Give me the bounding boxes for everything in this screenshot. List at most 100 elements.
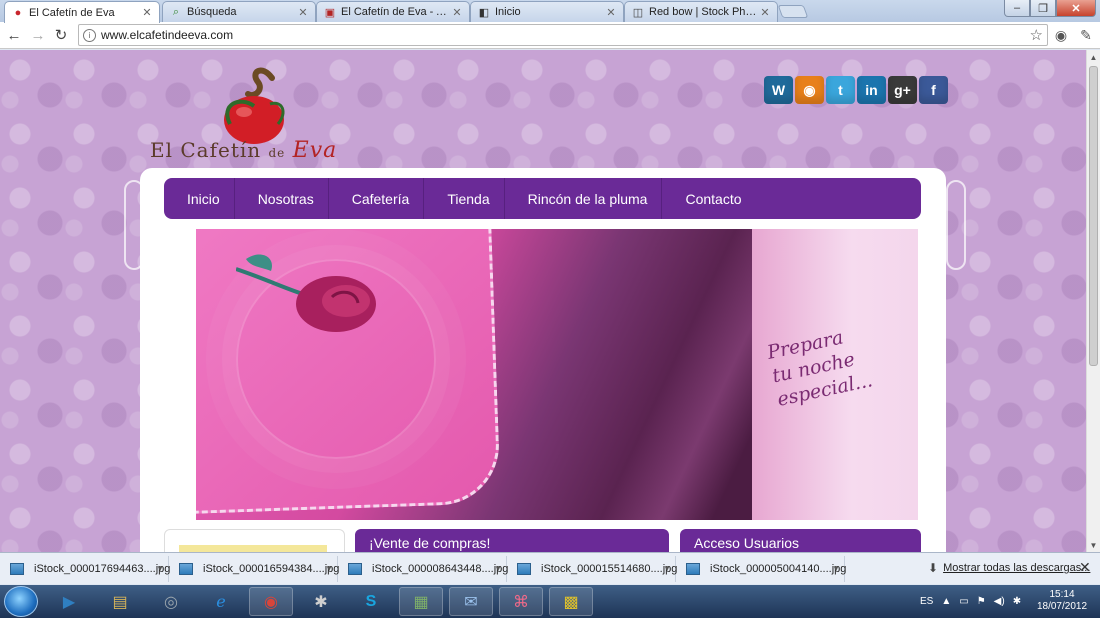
- mail-app-icon[interactable]: ✉: [449, 587, 493, 616]
- image-file-icon: [10, 562, 24, 575]
- download-filename: iStock_000016594384....jpg: [203, 562, 340, 575]
- wordpress-icon[interactable]: W: [764, 76, 793, 104]
- apple-swan-logo-icon: [224, 67, 285, 144]
- tray-expand-icon[interactable]: ▲: [941, 596, 951, 607]
- new-tab-button[interactable]: [777, 5, 809, 18]
- menu-item-tienda[interactable]: Tienda: [424, 178, 505, 219]
- volume-icon[interactable]: ◀): [994, 596, 1005, 607]
- facebook-icon[interactable]: f: [919, 76, 948, 104]
- close-tab-icon[interactable]: ✕: [297, 6, 309, 19]
- download-filename: iStock_000015514680....jpg: [541, 562, 678, 575]
- disc-app-icon[interactable]: ◎: [149, 587, 193, 616]
- download-item[interactable]: iStock_000017694463....jpg ▼: [2, 555, 170, 582]
- tab-inicio[interactable]: ◧ Inicio ✕: [470, 1, 624, 22]
- bookmark-star-icon[interactable]: ☆: [1030, 26, 1043, 44]
- download-item[interactable]: iStock_000015514680....jpg ▼: [509, 555, 678, 582]
- chevron-down-icon[interactable]: ▼: [494, 564, 502, 573]
- shop-box-header[interactable]: ¡Vente de compras!: [355, 529, 669, 552]
- image-file-icon: [517, 562, 531, 575]
- scroll-up-icon[interactable]: ▲: [1087, 50, 1100, 64]
- page-info-icon[interactable]: i: [83, 28, 96, 42]
- close-tab-icon[interactable]: ✕: [141, 6, 153, 19]
- image-file-icon: [348, 562, 362, 575]
- tab-title: El Cafetín de Eva: [29, 6, 115, 19]
- download-arrow-icon: ⬇: [928, 561, 939, 575]
- scroll-thumb[interactable]: [1089, 66, 1098, 366]
- chevron-down-icon[interactable]: ▼: [325, 564, 333, 573]
- rose-icon: [236, 254, 376, 332]
- menu-item-contacto[interactable]: Contacto: [662, 178, 755, 219]
- action-center-icon[interactable]: ⚑: [977, 596, 986, 607]
- language-indicator[interactable]: ES: [920, 596, 933, 607]
- download-item[interactable]: iStock_000005004140....jpg ▼: [678, 555, 846, 582]
- menu-item-cafeteria[interactable]: Cafetería: [329, 178, 425, 219]
- download-item[interactable]: iStock_000016594384....jpg ▼: [171, 555, 340, 582]
- reload-icon[interactable]: ↻: [51, 25, 71, 45]
- settings-app-icon[interactable]: ✱: [299, 587, 343, 616]
- address-bar[interactable]: i ☆: [78, 24, 1048, 46]
- logo-text-de: de: [268, 146, 286, 160]
- extension-eye-icon[interactable]: ◉: [1052, 26, 1070, 44]
- forward-arrow-icon[interactable]: →: [28, 25, 48, 45]
- clock-time: 15:14: [1049, 589, 1075, 600]
- system-tray: ES ▲ ▭ ⚑ ◀) ✱: [920, 585, 1021, 618]
- ie-app-icon[interactable]: e: [199, 587, 243, 616]
- menu-item-inicio[interactable]: Inicio: [164, 178, 235, 219]
- tab-el-cafetin[interactable]: ● El Cafetín de Eva ✕: [4, 1, 160, 23]
- googleplus-icon[interactable]: g+: [888, 76, 917, 104]
- wrench-menu-icon[interactable]: ✎: [1077, 26, 1095, 44]
- taskbar-clock[interactable]: 15:14 18/07/2012: [1030, 589, 1094, 613]
- tab-title: Inicio: [495, 6, 521, 18]
- browser-toolbar: ← → ↻ i ☆ ◉ ✎: [0, 22, 1100, 49]
- site-logo[interactable]: El Cafetín de Eva: [150, 64, 336, 169]
- scroll-down-icon[interactable]: ▼: [1087, 538, 1100, 552]
- istock-favicon-icon: ◫: [632, 6, 644, 19]
- sidebar-box-highlight: [179, 545, 327, 552]
- bluetooth-icon[interactable]: ✱: [1013, 596, 1021, 607]
- back-arrow-icon[interactable]: ←: [4, 25, 24, 45]
- close-tab-icon[interactable]: ✕: [605, 6, 617, 19]
- hero-banner[interactable]: Prepara tu noche especial...: [196, 229, 918, 520]
- image-file-icon: [179, 562, 193, 575]
- downloads-shelf: iStock_000017694463....jpg ▼ iStock_0000…: [0, 552, 1100, 584]
- menu-item-nosotras[interactable]: Nosotras: [235, 178, 329, 219]
- media-player-app-icon[interactable]: ▶: [47, 587, 91, 616]
- tab-title: El Cafetín de Eva - Admini: [341, 6, 451, 18]
- apple-favicon-icon: ●: [14, 6, 22, 19]
- close-tab-icon[interactable]: ✕: [759, 6, 771, 19]
- network-icon[interactable]: ▭: [959, 596, 968, 607]
- social-icons: W ◉ t in g+ f: [764, 76, 948, 104]
- maximize-button[interactable]: ❐: [1030, 0, 1056, 17]
- explorer-app-icon[interactable]: ▤: [98, 587, 142, 616]
- page-viewport: El Cafetín de Eva W ◉ t in g+ f Inicio N…: [0, 50, 1086, 552]
- close-window-button[interactable]: ✕: [1056, 0, 1096, 17]
- acrobat-app-icon[interactable]: ⌘: [499, 587, 543, 616]
- show-all-downloads-link[interactable]: ⬇ Mostrar todas las descargas...: [928, 561, 1090, 575]
- tab-red-bow[interactable]: ◫ Red bow | Stock Photo | iSt ✕: [624, 1, 778, 22]
- windows-taskbar: ▶ ▤ ◎ e ◉ ✱ S ▦ ✉ ⌘ ▩ ES ▲ ▭ ⚑ ◀) ✱ 15:1…: [0, 585, 1100, 618]
- chevron-down-icon[interactable]: ▼: [832, 564, 840, 573]
- files-app-icon[interactable]: ▦: [399, 587, 443, 616]
- login-box-header[interactable]: Acceso Usuarios: [680, 529, 921, 552]
- linkedin-icon[interactable]: in: [857, 76, 886, 104]
- tab-strip: ● El Cafetín de Eva ✕ ⌕ Búsqueda ✕ ▣ El …: [0, 0, 1100, 23]
- twitter-icon[interactable]: t: [826, 76, 855, 104]
- menu-item-rincon-de-la-pluma[interactable]: Rincón de la pluma: [505, 178, 663, 219]
- start-button[interactable]: [4, 586, 38, 617]
- main-menu: Inicio Nosotras Cafetería Tienda Rincón …: [164, 178, 921, 219]
- page-scrollbar[interactable]: ▲ ▼: [1086, 50, 1100, 552]
- download-item[interactable]: iStock_000008643448....jpg ▼: [340, 555, 508, 582]
- minimize-button[interactable]: –: [1004, 0, 1030, 17]
- close-downloads-icon[interactable]: ✕: [1079, 559, 1091, 576]
- close-tab-icon[interactable]: ✕: [451, 6, 463, 19]
- chevron-down-icon[interactable]: ▼: [663, 564, 671, 573]
- video-app-icon[interactable]: ▩: [549, 587, 593, 616]
- tab-busqueda[interactable]: ⌕ Búsqueda ✕: [162, 1, 316, 22]
- chevron-down-icon[interactable]: ▼: [156, 564, 164, 573]
- url-input[interactable]: [101, 28, 901, 42]
- tab-admin[interactable]: ▣ El Cafetín de Eva - Admini ✕: [316, 1, 470, 22]
- rss-icon[interactable]: ◉: [795, 76, 824, 104]
- skype-app-icon[interactable]: S: [349, 587, 393, 616]
- chrome-app-icon[interactable]: ◉: [249, 587, 293, 616]
- right-ornament: [946, 180, 966, 270]
